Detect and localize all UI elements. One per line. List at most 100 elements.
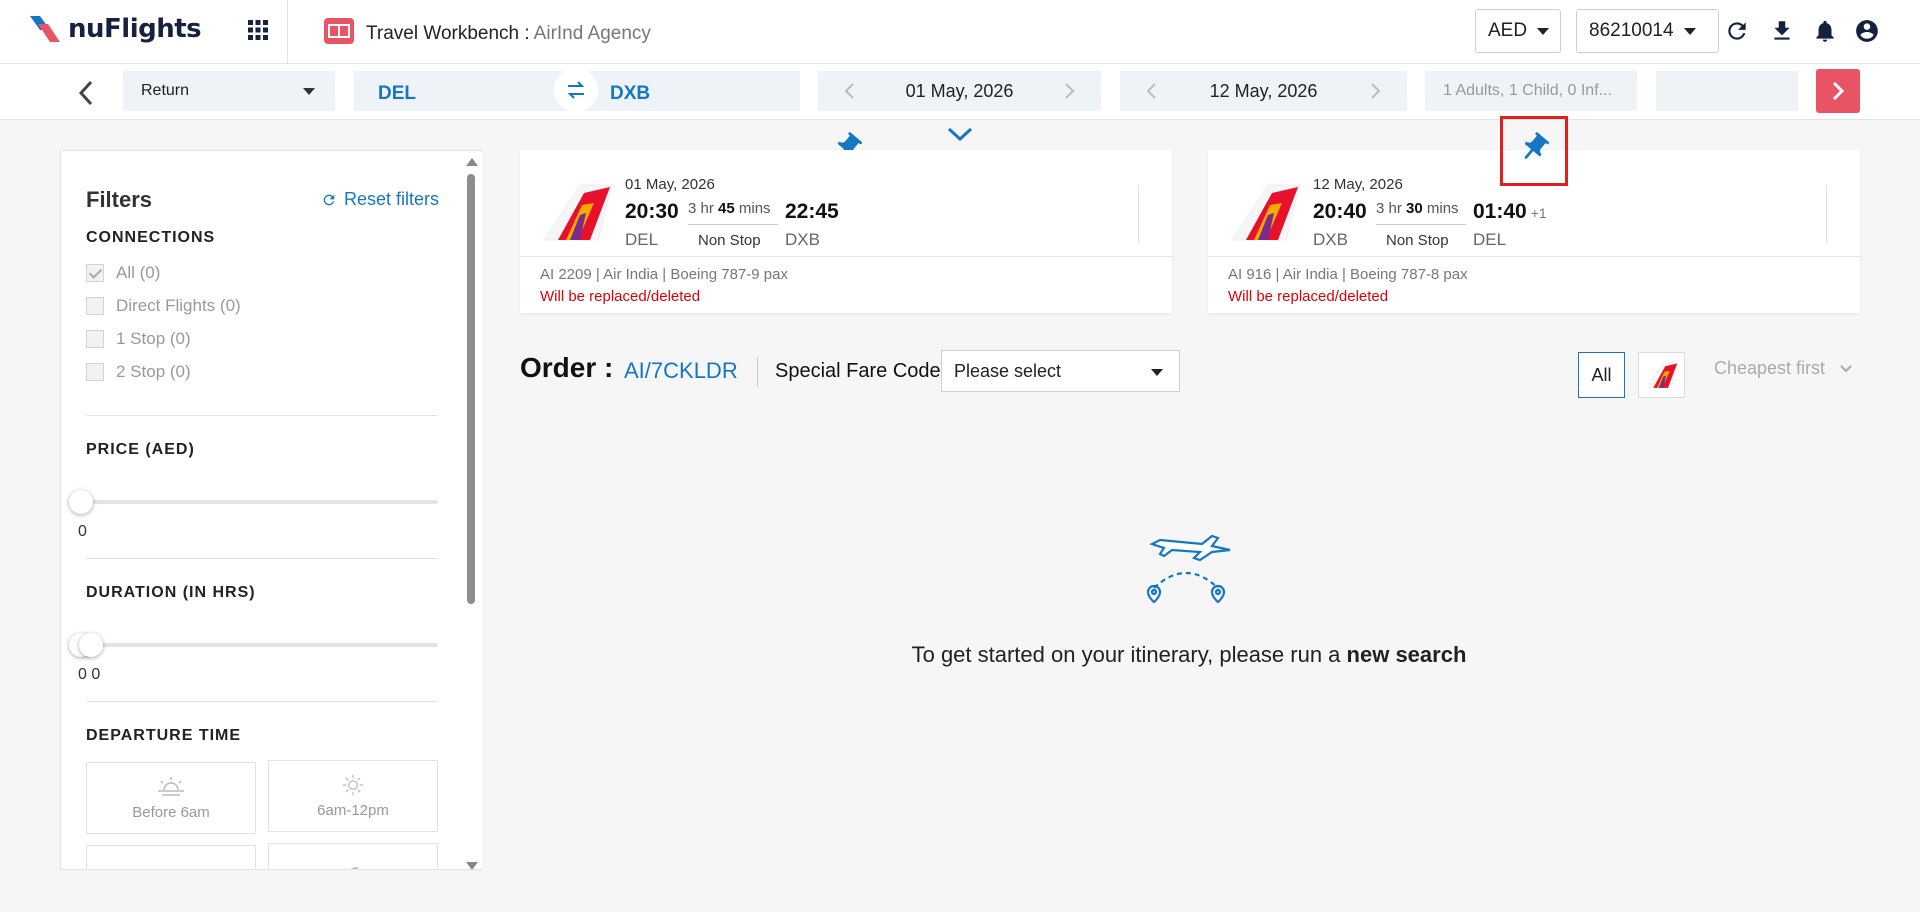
apps-grid-icon[interactable]	[246, 18, 270, 42]
checkbox[interactable]	[86, 264, 104, 282]
special-fare-select[interactable]: Please select	[941, 350, 1180, 392]
departure-12pm-6pm[interactable]	[86, 845, 256, 870]
swap-icon	[567, 81, 585, 99]
chevron-right-icon	[1832, 81, 1845, 101]
section-divider	[86, 558, 438, 559]
duration-line	[1376, 224, 1466, 225]
outbound-flight-card[interactable]: 01 May, 2026 20:30 DEL 3 hr 45 mins Non …	[520, 150, 1172, 313]
arrival-time-value: 01:40	[1473, 200, 1527, 223]
search-button[interactable]	[1816, 69, 1860, 113]
connection-option-all[interactable]: All (0)	[86, 263, 160, 283]
checkbox[interactable]	[86, 297, 104, 315]
trip-type-value: Return	[141, 82, 190, 99]
chevron-down-icon	[1840, 364, 1852, 372]
prev-date-icon[interactable]	[840, 81, 860, 101]
flight-date: 01 May, 2026	[625, 176, 715, 193]
connection-option-1-stop[interactable]: 1 Stop (0)	[86, 329, 191, 349]
next-date-icon[interactable]	[1365, 81, 1385, 101]
download-icon[interactable]	[1769, 18, 1795, 44]
chevron-down-icon[interactable]	[946, 124, 974, 144]
empty-state-text: To get started on your itinerary, please…	[911, 642, 1341, 667]
departure-time: 20:30	[625, 200, 679, 223]
air-india-tail-logo	[1645, 362, 1678, 389]
checkbox[interactable]	[86, 330, 104, 348]
stops-label: Non Stop	[1386, 232, 1449, 249]
checkbox[interactable]	[86, 363, 104, 381]
swap-route-button[interactable]	[554, 68, 598, 112]
flight-info: AI 916 | Air India | Boeing 787-8 pax	[1228, 266, 1468, 283]
departure-airport: DEL	[625, 230, 659, 249]
sidebar-scrollbar[interactable]	[464, 154, 478, 870]
refresh-icon[interactable]	[1724, 18, 1750, 44]
agency-name: AirInd Agency	[533, 23, 651, 44]
sort-value: Cheapest first	[1714, 358, 1826, 378]
destination-field[interactable]: DXB	[610, 83, 650, 105]
connection-option-direct[interactable]: Direct Flights (0)	[86, 296, 241, 316]
scroll-down-arrow-icon[interactable]	[466, 862, 478, 870]
nuflights-logo[interactable]: nuFlights	[28, 14, 202, 44]
departure-6am-12pm[interactable]: 6am-12pm	[268, 760, 438, 832]
scroll-up-arrow-icon[interactable]	[466, 158, 478, 166]
search-bar: Return DEL DXB 01 May, 2026 12 May, 2026…	[0, 64, 1920, 120]
duration-minutes-unit: mins	[1426, 200, 1459, 217]
next-date-icon[interactable]	[1059, 81, 1079, 101]
departure-time-title: DEPARTURE TIME	[86, 727, 242, 744]
return-date-field[interactable]: 12 May, 2026	[1120, 71, 1407, 111]
duration-minutes-unit: mins	[738, 200, 771, 217]
account-value: 86210014	[1589, 20, 1674, 41]
cloud-sun-icon	[158, 867, 184, 870]
pin-icon[interactable]	[1517, 131, 1551, 165]
origin-field[interactable]: DEL	[378, 83, 416, 105]
passengers-field[interactable]: 1 Adults, 1 Child, 0 Inf...	[1425, 71, 1637, 111]
top-header: nuFlights Travel Workbench : AirInd Agenc…	[0, 0, 1920, 64]
duration-line	[688, 224, 778, 225]
card-divider	[520, 256, 1172, 257]
duration-hours: 3	[1376, 200, 1385, 217]
departure-after-6pm[interactable]	[268, 843, 438, 869]
return-date-value: 12 May, 2026	[1209, 80, 1318, 101]
scroll-thumb[interactable]	[467, 174, 475, 604]
depart-date-field[interactable]: 01 May, 2026	[818, 71, 1101, 111]
reset-filters-label: Reset filters	[344, 189, 440, 209]
airplane-route-icon	[1146, 534, 1231, 604]
route-selector: DEL DXB	[354, 68, 800, 112]
currency-select[interactable]: AED	[1475, 9, 1561, 53]
prev-date-icon[interactable]	[1142, 81, 1162, 101]
connection-option-2-stop[interactable]: 2 Stop (0)	[86, 362, 191, 382]
all-airlines-button[interactable]: All	[1578, 352, 1625, 398]
moon-icon	[350, 867, 359, 869]
price-slider-handle[interactable]	[69, 490, 93, 514]
new-search-link[interactable]: new search	[1347, 642, 1467, 667]
connection-option-label: All (0)	[116, 263, 161, 282]
user-account-icon[interactable]	[1854, 18, 1880, 44]
duration-title: DURATION (IN HRS)	[86, 584, 256, 601]
trip-type-select[interactable]: Return	[123, 71, 335, 111]
back-arrow-icon[interactable]	[74, 78, 98, 108]
flight-duration: 3 hr 45 mins	[688, 200, 771, 217]
app-title: Travel Workbench : AirInd Agency	[366, 23, 651, 45]
section-divider	[86, 701, 438, 702]
sunrise-icon	[158, 776, 184, 796]
sort-select[interactable]: Cheapest first	[1714, 358, 1853, 379]
departure-before-6am[interactable]: Before 6am	[86, 762, 256, 834]
reset-filters-button[interactable]: Reset filters	[321, 189, 439, 210]
flight-info: AI 2209 | Air India | Boeing 787-9 pax	[540, 266, 788, 283]
air-india-tail-logo	[543, 184, 613, 241]
order-id-link[interactable]: AI/7CKLDR	[624, 358, 738, 384]
arrival-airport: DEL	[1473, 230, 1507, 249]
duration-hours-unit: hr	[1388, 200, 1402, 217]
connections-title: CONNECTIONS	[86, 229, 216, 246]
duration-minutes: 45	[718, 200, 735, 217]
bell-icon[interactable]	[1812, 18, 1838, 44]
departure-time: 20:40	[1313, 200, 1367, 223]
order-label: Order :	[520, 352, 614, 383]
passengers-value: 1 Adults, 1 Child, 0 Inf...	[1443, 82, 1612, 99]
account-select[interactable]: 86210014	[1576, 9, 1719, 53]
air-india-filter-button[interactable]	[1638, 352, 1685, 398]
cabin-class-field[interactable]	[1656, 71, 1798, 111]
all-airlines-label: All	[1591, 364, 1612, 385]
price-slider[interactable]	[69, 490, 438, 514]
replace-warning: Will be replaced/deleted	[540, 288, 701, 305]
card-divider	[1208, 256, 1860, 257]
caret-down-icon	[1537, 27, 1550, 35]
